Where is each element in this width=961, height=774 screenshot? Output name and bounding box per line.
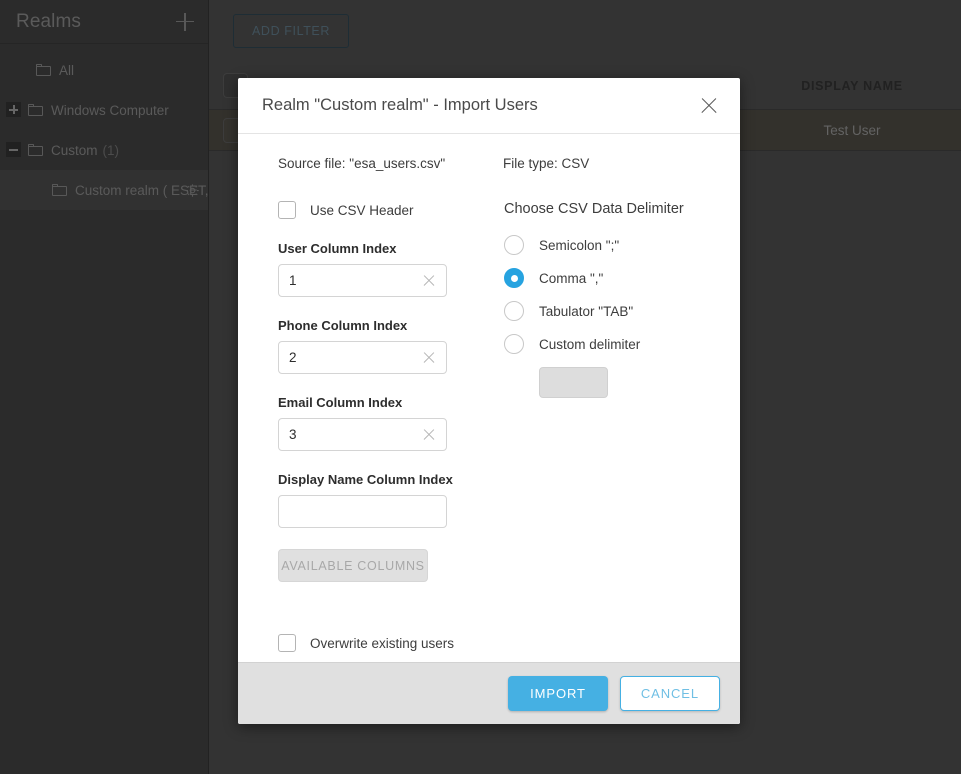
clear-icon[interactable] — [422, 428, 436, 442]
cell-display-name: Test User — [823, 122, 881, 138]
toolbar: ADD FILTER — [209, 0, 961, 62]
close-icon[interactable] — [698, 95, 720, 117]
radio-icon[interactable] — [504, 235, 524, 255]
clear-icon[interactable] — [422, 274, 436, 288]
display-name-column-index-input[interactable] — [278, 495, 447, 528]
user-column-index-input[interactable]: 1 — [278, 264, 447, 297]
realms-tree: All Windows Computer Custom (1) Custom r… — [0, 44, 230, 210]
sidebar-item-label: All — [59, 62, 75, 78]
overwrite-existing-users-row[interactable]: Overwrite existing users — [278, 634, 503, 652]
available-columns-button[interactable]: AVAILABLE COLUMNS — [278, 549, 428, 582]
sidebar-item-windows-computer[interactable]: Windows Computer — [0, 90, 208, 130]
delimiter-group-title: Choose CSV Data Delimiter — [504, 201, 684, 217]
delimiter-option-label: Semicolon ";" — [539, 237, 620, 253]
import-button[interactable]: IMPORT — [508, 676, 608, 711]
dialog-right-column: Choose CSV Data Delimiter Semicolon ";" … — [503, 201, 700, 652]
realms-sidebar: Realms All Windows Computer Custom (1) C… — [0, 0, 230, 774]
source-file-label: Source file: "esa_users.csv" — [278, 156, 446, 171]
sidebar-item-label: Windows Computer — [51, 102, 169, 118]
gear-icon[interactable] — [185, 183, 200, 198]
display-name-column-index-label: Display Name Column Index — [278, 472, 453, 487]
column-header-display-name[interactable]: DISPLAY NAME — [767, 79, 937, 93]
sidebar-item-label: Custom realm ( ESET, s... — [75, 182, 231, 198]
clear-icon[interactable] — [422, 351, 436, 365]
user-column-index-label: User Column Index — [278, 241, 397, 256]
delimiter-option-comma[interactable]: Comma "," — [504, 268, 700, 288]
dialog-body: Source file: "esa_users.csv" File type: … — [238, 134, 740, 662]
dialog-header: Realm "Custom realm" - Import Users — [238, 78, 740, 134]
expander-minus-icon[interactable] — [6, 142, 21, 157]
phone-column-index-value: 2 — [289, 350, 297, 365]
dialog-columns: Use CSV Header User Column Index 1 Phone… — [278, 201, 700, 652]
radio-icon[interactable] — [504, 334, 524, 354]
sidebar-item-count: (1) — [102, 142, 120, 158]
sidebar-title: Realms — [16, 10, 82, 32]
folder-icon — [52, 184, 67, 196]
folder-icon — [28, 104, 43, 116]
phone-column-index-label: Phone Column Index — [278, 318, 408, 333]
sidebar-item-all[interactable]: All — [0, 50, 208, 90]
use-csv-header-row[interactable]: Use CSV Header — [278, 201, 503, 219]
overwrite-existing-users-label: Overwrite existing users — [310, 635, 455, 651]
cancel-button[interactable]: CANCEL — [619, 676, 720, 711]
email-column-index-label: Email Column Index — [278, 395, 403, 410]
folder-icon — [36, 64, 51, 76]
delimiter-option-tabulator[interactable]: Tabulator "TAB" — [504, 301, 700, 321]
dialog-left-column: Use CSV Header User Column Index 1 Phone… — [278, 201, 503, 652]
custom-delimiter-input[interactable] — [539, 367, 608, 398]
use-csv-header-label: Use CSV Header — [310, 202, 414, 218]
sidebar-item-custom-realm[interactable]: Custom realm ( ESET, s... — [0, 170, 230, 210]
add-filter-button[interactable]: ADD FILTER — [233, 14, 349, 48]
delimiter-option-custom[interactable]: Custom delimiter — [504, 334, 700, 354]
radio-icon-selected[interactable] — [504, 268, 524, 288]
sidebar-item-custom[interactable]: Custom (1) — [0, 130, 208, 170]
overwrite-existing-users-checkbox[interactable] — [278, 634, 296, 652]
delimiter-option-label: Custom delimiter — [539, 336, 641, 352]
dialog-footer: IMPORT CANCEL — [238, 662, 740, 724]
sidebar-header: Realms — [0, 0, 208, 44]
file-type-label: File type: CSV — [503, 156, 590, 171]
delimiter-option-semicolon[interactable]: Semicolon ";" — [504, 235, 700, 255]
delimiter-option-label: Comma "," — [539, 270, 604, 286]
dialog-title: Realm "Custom realm" - Import Users — [262, 96, 538, 114]
email-column-index-value: 3 — [289, 427, 297, 442]
delimiter-option-label: Tabulator "TAB" — [539, 303, 634, 319]
email-column-index-input[interactable]: 3 — [278, 418, 447, 451]
phone-column-index-input[interactable]: 2 — [278, 341, 447, 374]
expander-plus-icon[interactable] — [6, 102, 21, 117]
user-column-index-value: 1 — [289, 273, 297, 288]
radio-icon[interactable] — [504, 301, 524, 321]
folder-icon — [28, 144, 43, 156]
sidebar-item-label: Custom — [51, 142, 98, 158]
use-csv-header-checkbox[interactable] — [278, 201, 296, 219]
file-info-row: Source file: "esa_users.csv" File type: … — [278, 156, 700, 171]
add-realm-icon[interactable] — [176, 12, 194, 31]
import-users-dialog: Realm "Custom realm" - Import Users Sour… — [238, 78, 740, 724]
